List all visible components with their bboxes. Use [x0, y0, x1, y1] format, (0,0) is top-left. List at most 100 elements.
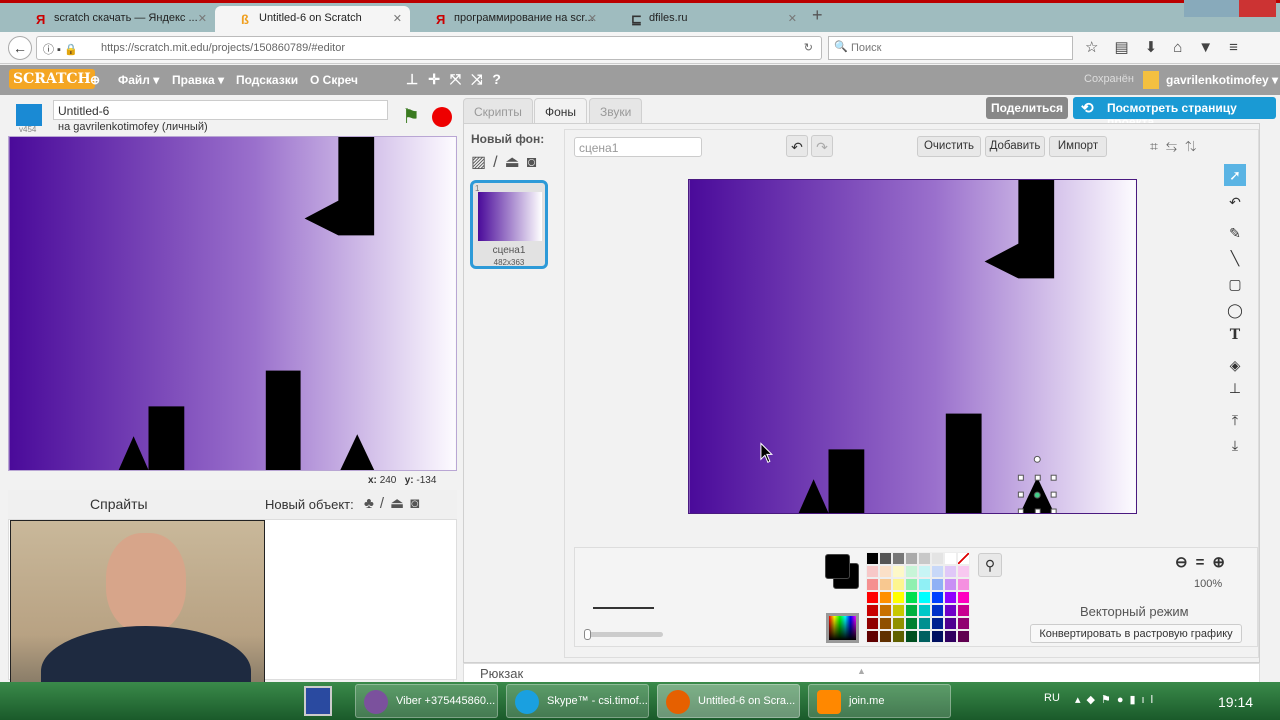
new-tab-button[interactable]: +: [812, 5, 823, 26]
color-swatch[interactable]: [918, 565, 931, 578]
color-swatch[interactable]: [957, 604, 970, 617]
redo-icon[interactable]: ↷: [811, 135, 833, 157]
see-project-page-button[interactable]: ⟲ Посмотреть страницу проекта: [1073, 97, 1276, 129]
color-swatch[interactable]: [879, 578, 892, 591]
color-swatch[interactable]: [892, 578, 905, 591]
color-swatch[interactable]: [944, 591, 957, 604]
tray-icons[interactable]: ▴◆⚑●▮ıl: [1075, 693, 1159, 706]
browser-tab-active[interactable]: ß Untitled-6 on Scratch ✕: [215, 6, 410, 33]
color-swatch[interactable]: [892, 617, 905, 630]
color-swatch[interactable]: [905, 604, 918, 617]
color-swatch[interactable]: [905, 630, 918, 643]
fill-tool-icon[interactable]: ◈: [1224, 354, 1246, 376]
color-swatch[interactable]: [866, 630, 879, 643]
color-swatch[interactable]: [918, 591, 931, 604]
line-width-slider[interactable]: [584, 629, 663, 640]
color-swatch[interactable]: [931, 630, 944, 643]
color-swatch[interactable]: [866, 604, 879, 617]
bring-forward-icon[interactable]: ⤒: [1224, 409, 1246, 431]
color-swatch[interactable]: [944, 578, 957, 591]
color-picker[interactable]: [826, 613, 859, 643]
fullscreen-icon[interactable]: [16, 104, 42, 126]
color-swatch[interactable]: [957, 591, 970, 604]
tab-backdrops[interactable]: Фоны: [534, 98, 588, 123]
color-swatch[interactable]: [905, 617, 918, 630]
color-swatch[interactable]: [931, 578, 944, 591]
line-tool-icon[interactable]: ╲: [1224, 247, 1246, 269]
color-swatch[interactable]: [918, 617, 931, 630]
color-swatch[interactable]: [905, 552, 918, 565]
color-swatch[interactable]: [957, 565, 970, 578]
menu-tips[interactable]: Подсказки: [236, 73, 298, 87]
costume-name-input[interactable]: сцена1: [574, 137, 702, 157]
color-swatch[interactable]: [944, 630, 957, 643]
color-swatch[interactable]: [944, 552, 957, 565]
color-swatch[interactable]: [957, 630, 970, 643]
stop-icon[interactable]: [432, 107, 452, 127]
close-icon[interactable]: ✕: [788, 12, 797, 25]
eyedropper-icon[interactable]: ⚲: [978, 553, 1002, 577]
color-swatch[interactable]: [879, 591, 892, 604]
new-sprite-icons[interactable]: ♣/⏏◙: [364, 494, 425, 512]
tab-scripts[interactable]: Скрипты: [463, 98, 533, 123]
browser-tab[interactable]: ⊑ dfiles.ru ✕: [605, 6, 805, 33]
stage[interactable]: [8, 136, 457, 471]
color-swatch[interactable]: [918, 604, 931, 617]
floppy-icon[interactable]: [304, 686, 332, 716]
menu-about[interactable]: О Скреч: [310, 73, 358, 87]
color-swatch[interactable]: [866, 617, 879, 630]
add-button[interactable]: Добавить: [985, 136, 1045, 157]
window-controls[interactable]: [1184, 0, 1276, 17]
color-swatch[interactable]: [918, 578, 931, 591]
scratch-logo[interactable]: SCRATCH: [9, 69, 95, 89]
back-icon[interactable]: ←: [8, 36, 32, 60]
crop-flip-icons[interactable]: ⌗⇆⇅: [1150, 138, 1204, 155]
color-swatch[interactable]: [892, 604, 905, 617]
menu-edit[interactable]: Правка ▾: [172, 73, 224, 87]
undo-icon[interactable]: ↶: [786, 135, 808, 157]
paint-canvas[interactable]: [688, 179, 1137, 514]
color-swatch[interactable]: [892, 565, 905, 578]
primary-color[interactable]: [825, 554, 850, 579]
color-swatch[interactable]: [879, 617, 892, 630]
avatar[interactable]: [1143, 71, 1159, 89]
color-swatch[interactable]: [957, 617, 970, 630]
color-swatch[interactable]: [905, 578, 918, 591]
slider-handle[interactable]: [584, 629, 591, 640]
browser-tab[interactable]: Япрограммирование на scr... ✕: [410, 6, 605, 33]
color-swatch[interactable]: [905, 565, 918, 578]
share-button[interactable]: Поделиться: [986, 97, 1068, 119]
backpack-bar[interactable]: Рюкзак ▲: [463, 663, 1260, 683]
user-menu[interactable]: gavrilenkotimofey ▾: [1166, 73, 1278, 87]
language-indicator[interactable]: RU: [1044, 692, 1060, 704]
stage-tools-icons[interactable]: ⊥✛⤧⤨?: [406, 71, 511, 88]
close-icon[interactable]: ✕: [393, 12, 402, 25]
search-input[interactable]: 🔍 Поиск: [828, 36, 1073, 60]
color-swatch[interactable]: [879, 630, 892, 643]
toolbar-icons[interactable]: ☆▤⬇⌂▼≡: [1085, 38, 1254, 56]
stamp-tool-icon[interactable]: ⊥: [1224, 377, 1246, 399]
import-button[interactable]: Импорт: [1049, 136, 1107, 157]
convert-to-bitmap-button[interactable]: Конвертировать в растровую графику: [1030, 624, 1242, 643]
new-backdrop-icons[interactable]: ▨/⏏◙: [471, 152, 543, 172]
color-swatch[interactable]: [931, 565, 944, 578]
color-swatch[interactable]: [866, 578, 879, 591]
url-bar[interactable]: ⓘ ▪ 🔒 https://scratch.mit.edu/projects/15…: [36, 36, 822, 60]
backdrop-thumbnail[interactable]: 1 сцена1 482x363: [470, 180, 548, 269]
ellipse-tool-icon[interactable]: ◯: [1224, 299, 1246, 321]
text-tool-icon[interactable]: T: [1224, 324, 1246, 346]
tab-sounds[interactable]: Звуки: [589, 98, 643, 123]
color-swatch[interactable]: [892, 591, 905, 604]
color-swatch[interactable]: [879, 552, 892, 565]
menu-file[interactable]: Файл ▾: [118, 73, 159, 87]
taskbar-viber[interactable]: Viber +375445860...: [355, 684, 498, 718]
color-swatch[interactable]: [879, 604, 892, 617]
zoom-controls[interactable]: ⊖=⊕: [1175, 553, 1233, 571]
rectangle-tool-icon[interactable]: ▢: [1224, 273, 1246, 295]
color-swatch[interactable]: [905, 591, 918, 604]
taskbar-joinme[interactable]: join.me: [808, 684, 951, 718]
color-swatch[interactable]: [957, 578, 970, 591]
color-swatch[interactable]: [944, 604, 957, 617]
clear-button[interactable]: Очистить: [917, 136, 981, 157]
color-swatch[interactable]: [931, 617, 944, 630]
